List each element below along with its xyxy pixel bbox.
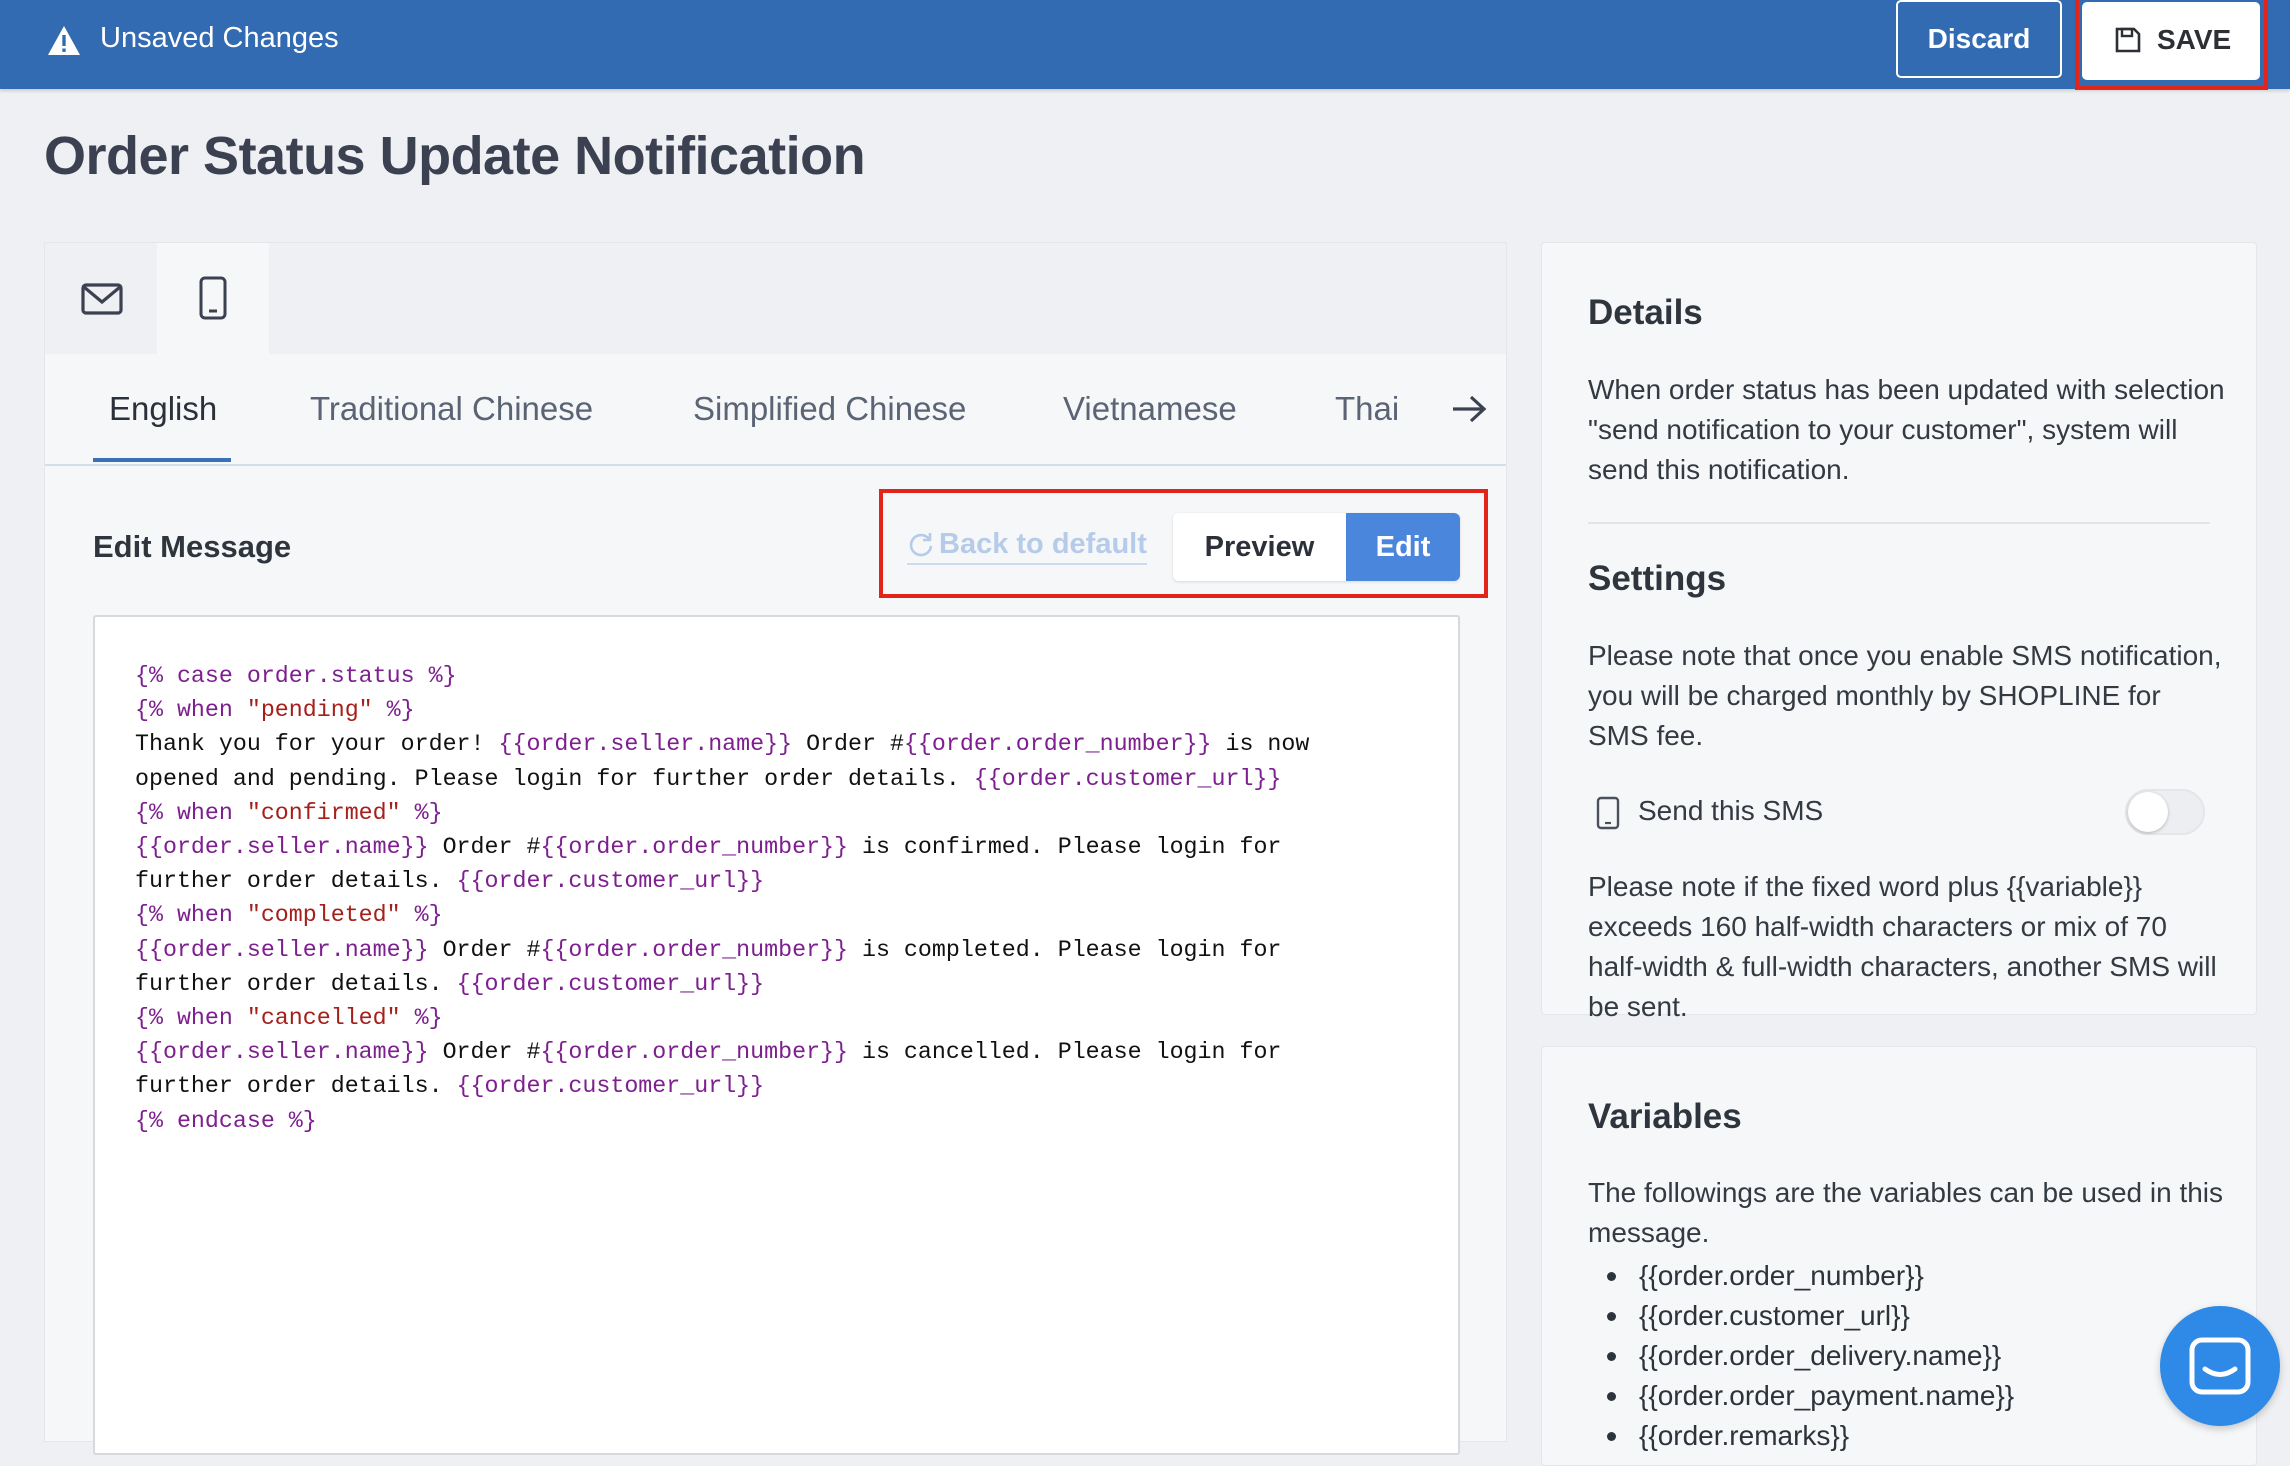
save-button[interactable]: SAVE [2082,2,2260,80]
preview-edit-toggle: Preview Edit [1173,513,1460,581]
page-title: Order Status Update Notification [44,126,866,186]
code-line: {% when "pending" %} [135,697,415,724]
code-line: further order details. {{order.customer_… [135,1073,765,1100]
code-line: {{order.seller.name}} Order #{{order.ord… [135,936,1282,963]
save-label: SAVE [2157,24,2232,55]
send-sms-toggle[interactable] [2125,789,2205,835]
back-to-default-link[interactable]: Back to default [907,528,1147,565]
mobile-phone-icon [199,276,227,320]
settings-heading: Settings [1588,559,1727,598]
unsaved-changes-bar: Unsaved Changes Discard SAVE [0,0,2290,90]
sms-length-note: Please note if the fixed word plus {{var… [1588,871,2217,1022]
tab-language-traditional-chinese[interactable]: Traditional Chinese [310,390,593,428]
discard-button[interactable]: Discard [1896,0,2062,78]
code-line: {{order.seller.name}} Order #{{order.ord… [135,834,1282,861]
variable-item: {{order.order_number}} [1587,1256,2014,1296]
code-line: opened and pending. Please login for fur… [135,765,1282,792]
back-to-default-label: Back to default [939,528,1147,560]
code-line: {% when "confirmed" %} [135,799,443,826]
arrow-right-icon[interactable] [1451,394,1487,424]
message-editor-card: English Traditional Chinese Simplified C… [44,242,1507,1455]
message-code: {% case order.status %} {% when "pending… [135,659,1309,1138]
language-tabs: English Traditional Chinese Simplified C… [45,354,1506,466]
envelope-icon [81,283,123,315]
divider [1588,522,2210,524]
channel-tabs [45,243,1506,354]
send-sms-label: Send this SMS [1638,795,1824,826]
variable-item: {{order.order_delivery.name}} [1587,1336,2014,1376]
preview-button[interactable]: Preview [1173,513,1346,581]
variable-item: {{order.customer_url}} [1587,1296,2014,1336]
floppy-disk-icon [2115,27,2141,53]
tab-language-thai[interactable]: Thai [1335,390,1399,428]
code-line: {% when "completed" %} [135,902,443,929]
edit-message-heading: Edit Message [93,529,292,564]
toggle-knob [2128,792,2168,832]
code-line: {% when "cancelled" %} [135,1005,443,1032]
tab-sms[interactable] [157,243,269,354]
variables-heading: Variables [1588,1097,1742,1136]
tab-language-english[interactable]: English [109,390,217,428]
chat-launcher-button[interactable] [2160,1306,2280,1426]
unsaved-changes-label: Unsaved Changes [100,22,339,54]
code-line: {{order.seller.name}} Order #{{order.ord… [135,1039,1282,1066]
variable-item: {{order.remarks}} [1587,1416,2014,1456]
refresh-icon [909,533,933,557]
variable-item: {{order.order_payment.name}} [1587,1376,2014,1416]
code-line: {% case order.status %} [135,663,457,689]
details-settings-card: Details When order status has been updat… [1541,242,2257,1022]
message-code-editor[interactable]: {% case order.status %} {% when "pending… [93,615,1460,1455]
settings-text: Please note that once you enable SMS not… [1588,640,2222,751]
mobile-phone-icon [1596,796,1620,830]
code-line: Thank you for your order! {{order.seller… [135,731,1310,758]
active-tab-indicator [93,458,231,462]
details-heading: Details [1588,293,1703,332]
warning-icon [48,26,80,55]
variables-list: {{order.order_number}} {{order.customer_… [1587,1256,2014,1456]
edit-button[interactable]: Edit [1346,513,1460,581]
tab-language-vietnamese[interactable]: Vietnamese [1063,390,1237,428]
code-line: further order details. {{order.customer_… [135,868,765,895]
chat-icon [2189,1337,2251,1395]
variables-intro: The followings are the variables can be … [1588,1177,2224,1248]
tab-email[interactable] [45,243,157,354]
code-line: further order details. {{order.customer_… [135,970,765,997]
tab-language-simplified-chinese[interactable]: Simplified Chinese [693,390,966,428]
code-line: {% endcase %} [135,1107,317,1134]
details-text: When order status has been updated with … [1588,374,2225,485]
